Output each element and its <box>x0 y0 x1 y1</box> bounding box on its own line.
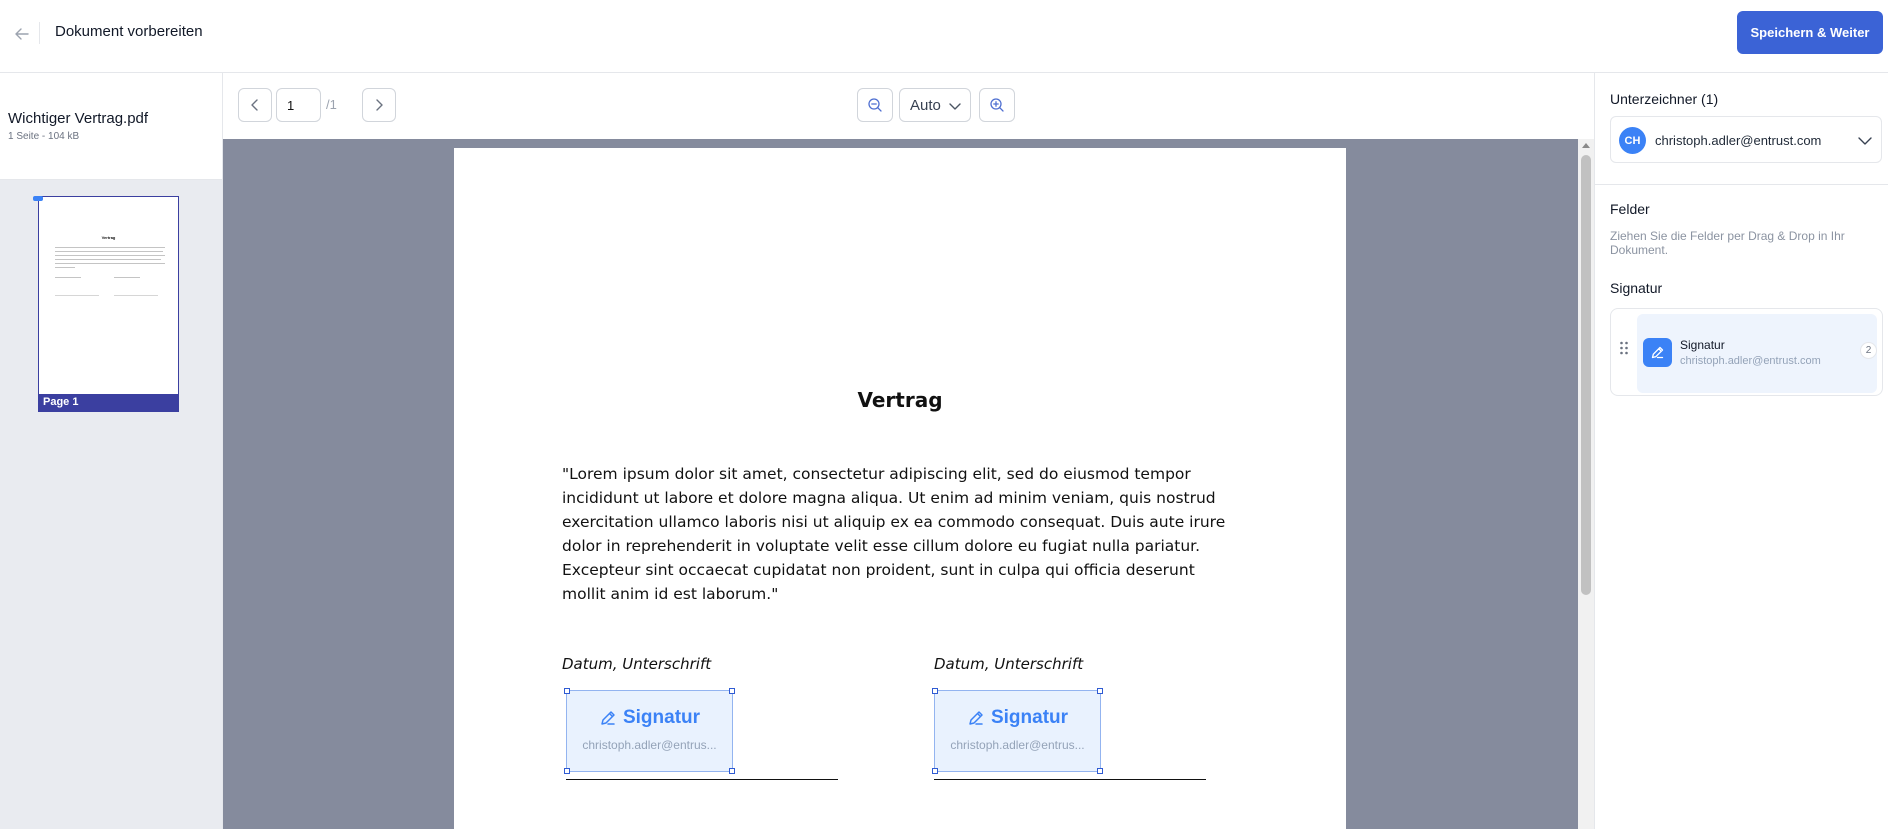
page-thumbnail[interactable]: Vertrag Page 1 <box>33 196 179 412</box>
document-area: /1 Auto Vertrag "Lo <box>223 73 1594 829</box>
signature-field-item[interactable]: Signatur christoph.adler@entrust.com 2 <box>1637 314 1877 393</box>
resize-handle[interactable] <box>729 768 735 774</box>
drag-dots-icon[interactable] <box>1619 340 1629 356</box>
signature-caption: Datum, Unterschrift <box>562 655 712 673</box>
resize-handle[interactable] <box>729 688 735 694</box>
section-divider <box>1595 184 1888 185</box>
viewer-scrollbar[interactable] <box>1578 139 1594 829</box>
file-info: Wichtiger Vertrag.pdf 1 Seite - 104 kB <box>0 73 222 180</box>
resize-handle[interactable] <box>564 768 570 774</box>
zoom-out-icon <box>868 98 882 112</box>
page-title: Dokument vorbereiten <box>55 23 203 40</box>
resize-handle[interactable] <box>564 688 570 694</box>
viewer-toolbar: /1 Auto <box>223 73 1594 139</box>
app-header: Dokument vorbereiten Speichern & Weiter <box>0 0 1888 73</box>
chevron-right-icon <box>376 99 383 111</box>
zoom-in-icon <box>990 98 1004 112</box>
zoom-select[interactable]: Auto <box>899 88 971 122</box>
save-and-continue-button[interactable]: Speichern & Weiter <box>1737 11 1883 54</box>
fields-sidebar: Unterzeichner (1) CH christoph.adler@ent… <box>1594 73 1888 829</box>
signature-line <box>934 779 1206 780</box>
scrollbar-thumb[interactable] <box>1581 155 1591 595</box>
signature-heading: Signatur <box>1610 280 1663 296</box>
thumbnail-doc-title: Vertrag <box>101 235 116 240</box>
file-meta: 1 Seite - 104 kB <box>8 131 80 142</box>
fields-heading: Felder <box>1610 201 1650 217</box>
previous-page-button[interactable] <box>238 88 272 122</box>
zoom-value: Auto <box>910 96 941 114</box>
signature-field[interactable]: Signatur christoph.adler@entrus... <box>564 688 735 774</box>
document-body: "Lorem ipsum dolor sit amet, consectetur… <box>562 465 1226 603</box>
file-name: Wichtiger Vertrag.pdf <box>8 110 149 127</box>
document-title: Vertrag <box>857 388 943 412</box>
signer-select[interactable]: CH christoph.adler@entrust.com <box>1610 116 1882 163</box>
thumbnail-text-line <box>55 255 165 256</box>
fields-hint: Ziehen Sie die Felder per Drag & Drop in… <box>1610 229 1845 257</box>
signature-field-email: christoph.adler@entrus... <box>950 738 1085 752</box>
thumbnail-sidebar: Wichtiger Vertrag.pdf 1 Seite - 104 kB V… <box>0 73 223 829</box>
thumbnail-text-line <box>55 263 165 264</box>
zoom-in-button[interactable] <box>979 88 1015 122</box>
signature-field-text: Signatur <box>622 707 701 728</box>
signature-field[interactable]: Signatur christoph.adler@entrus... <box>932 688 1103 774</box>
resize-handle[interactable] <box>932 688 938 694</box>
thumbnail-marker <box>33 196 43 201</box>
pdf-page: Vertrag "Lorem ipsum dolor sit amet, con… <box>454 148 1346 829</box>
signature-field-icon <box>1643 338 1672 367</box>
signer-email: christoph.adler@entrust.com <box>1655 133 1822 148</box>
thumbnail-text-line <box>55 259 161 260</box>
signature-field-label: Signatur <box>567 707 732 729</box>
thumbnail-signature-line <box>55 295 99 296</box>
chevron-down-icon <box>1858 137 1872 145</box>
signature-field-text: Signatur <box>990 707 1069 728</box>
chevron-left-icon <box>251 99 258 111</box>
thumbnail-text-line <box>114 277 140 278</box>
pdf-viewer: Vertrag "Lorem ipsum dolor sit amet, con… <box>223 139 1594 829</box>
pen-edit-icon <box>601 711 615 725</box>
thumbnail-text-line <box>55 267 75 268</box>
field-item-email: christoph.adler@entrust.com <box>1680 355 1821 367</box>
signature-field-email: christoph.adler@entrus... <box>582 738 717 752</box>
resize-handle[interactable] <box>1097 768 1103 774</box>
scroll-up-icon[interactable] <box>1582 143 1590 148</box>
chevron-down-icon <box>949 103 961 110</box>
thumbnail-text-line <box>55 247 165 248</box>
avatar: CH <box>1619 127 1646 154</box>
zoom-out-button[interactable] <box>857 88 893 122</box>
pen-edit-icon <box>969 711 983 725</box>
signature-caption: Datum, Unterschrift <box>934 655 1084 673</box>
signature-line <box>566 779 838 780</box>
header-divider <box>39 22 40 44</box>
arrow-left-icon <box>15 28 29 40</box>
field-item-label: Signatur <box>1680 338 1725 352</box>
signature-field-label: Signatur <box>935 707 1100 729</box>
page-number-input[interactable] <box>276 88 321 122</box>
thumbnail-text-line <box>55 277 81 278</box>
page-total: /1 <box>326 97 337 112</box>
field-count-badge: 2 <box>1860 342 1877 359</box>
thumbnail-signature-line <box>114 295 158 296</box>
resize-handle[interactable] <box>1097 688 1103 694</box>
next-page-button[interactable] <box>362 88 396 122</box>
thumbnail-page-label: Page 1 <box>39 394 178 411</box>
pen-edit-icon <box>1651 346 1664 359</box>
thumbnail-text-line <box>55 251 163 252</box>
resize-handle[interactable] <box>932 768 938 774</box>
signers-heading: Unterzeichner (1) <box>1610 91 1719 107</box>
field-card: Signatur christoph.adler@entrust.com 2 <box>1610 308 1883 396</box>
back-button[interactable] <box>12 24 32 44</box>
